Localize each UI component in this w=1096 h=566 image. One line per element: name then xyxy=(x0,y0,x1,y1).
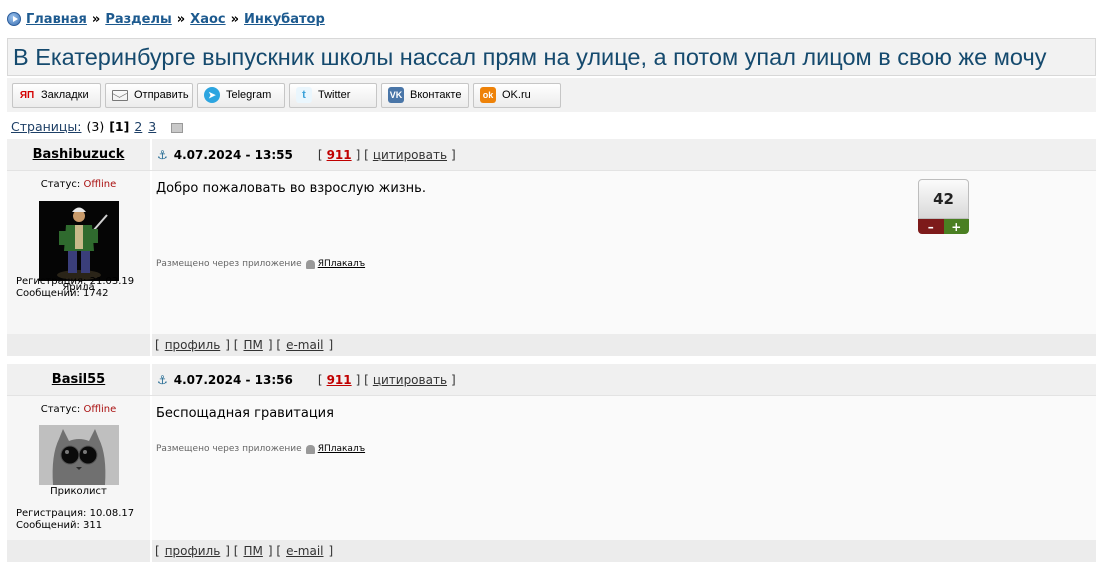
breadcrumb: Главная » Разделы » Хаос » Инкубатор xyxy=(7,11,325,27)
pm-link[interactable]: ПМ xyxy=(243,544,262,558)
post-date: 4.07.2024 - 13:55 xyxy=(173,147,293,162)
author-status: Статус: Offline xyxy=(7,404,150,415)
profile-link[interactable]: профиль xyxy=(165,338,221,352)
email-link[interactable]: e-mail xyxy=(286,338,323,352)
send-button[interactable]: Отправить xyxy=(105,82,193,108)
post-footer: [ профиль ] [ ПМ ] [ e-mail ] xyxy=(7,540,1096,562)
post-text: Добро пожаловать во взрослую жизнь. xyxy=(156,181,426,196)
rating-value: 42 xyxy=(918,179,969,219)
post-header: Bashibuzuck ⚓ 4.07.2024 - 13:55 [ 911 ] … xyxy=(7,139,1096,171)
post-content: Беспощадная гравитация Размещено через п… xyxy=(150,396,1096,540)
post-author[interactable]: Bashibuzuck xyxy=(7,139,150,170)
pages-label[interactable]: Страницы: xyxy=(11,119,82,134)
bookmarks-label: Закладки xyxy=(41,89,89,101)
telegram-label: Telegram xyxy=(226,89,272,101)
breadcrumb-sections[interactable]: Разделы xyxy=(105,12,171,27)
topic-title-bar: В Екатеринбурге выпускник школы нассал п… xyxy=(7,38,1096,76)
odnoklassniki-icon: ok xyxy=(480,87,496,103)
ok-button[interactable]: ok OK.ru xyxy=(473,82,561,108)
page-link-2[interactable]: 2 xyxy=(134,119,142,134)
pages-total: (3) xyxy=(86,118,105,134)
anchor-icon[interactable]: ⚓ xyxy=(157,373,168,387)
breadcrumb-chaos[interactable]: Хаос xyxy=(190,12,225,27)
anchor-icon[interactable]: ⚓ xyxy=(157,148,168,162)
email-link[interactable]: e-mail xyxy=(286,544,323,558)
post-footer: [ профиль ] [ ПМ ] [ e-mail ] xyxy=(7,334,1096,356)
author-rank: Приколист xyxy=(50,486,107,497)
quote-link[interactable]: цитировать xyxy=(373,148,447,162)
post-date: 4.07.2024 - 13:56 xyxy=(173,372,293,387)
post-meta: ⚓ 4.07.2024 - 13:56 [ 911 ] [ цитировать… xyxy=(150,364,1096,395)
subscribe-mail-icon[interactable] xyxy=(171,123,184,133)
author-sidebar: Статус: Offline Приколист Регистрация: 1… xyxy=(7,396,150,540)
author-sidebar: Статус: Offline Ярила Регистрация: 21.03… xyxy=(7,171,150,334)
twitter-label: Twitter xyxy=(318,89,351,101)
forum-post: Basil55 ⚓ 4.07.2024 - 13:56 [ 911 ] [ ци… xyxy=(7,364,1096,562)
registration-date: Регистрация: 10.08.17 xyxy=(16,508,135,519)
vk-label: Вконтакте xyxy=(410,89,462,101)
post-meta: ⚓ 4.07.2024 - 13:55 [ 911 ] [ цитировать… xyxy=(150,139,1096,170)
yaplakal-icon: ЯП xyxy=(19,89,35,101)
profile-link[interactable]: профиль xyxy=(165,544,221,558)
message-count: Сообщений: 311 xyxy=(16,520,103,531)
registration-date: Регистрация: 21.03.19 xyxy=(16,276,135,287)
post-content: Добро пожаловать во взрослую жизнь. Разм… xyxy=(150,171,1096,334)
forum-post: Bashibuzuck ⚓ 4.07.2024 - 13:55 [ 911 ] … xyxy=(7,139,1096,356)
mail-icon xyxy=(112,89,128,101)
app-link[interactable]: ЯПлакалъ xyxy=(318,444,365,454)
telegram-icon: ➤ xyxy=(204,87,220,103)
telegram-button[interactable]: ➤ Telegram xyxy=(197,82,285,108)
breadcrumb-separator: » xyxy=(230,11,240,27)
post-body: Статус: Offline Приколист Регистрация: 1… xyxy=(7,396,1096,540)
post-footer-links: [ профиль ] [ ПМ ] [ e-mail ] xyxy=(150,540,1096,562)
avatar[interactable] xyxy=(38,425,119,485)
post-number-link[interactable]: 911 xyxy=(327,373,352,387)
status-value: Offline xyxy=(83,179,117,190)
share-toolbar: ЯП Закладки Отправить ➤ Telegram t Twitt… xyxy=(7,78,1096,112)
twitter-icon: t xyxy=(296,87,312,103)
status-label: Статус: xyxy=(40,404,81,415)
status-label: Статус: xyxy=(40,179,81,190)
avatar[interactable] xyxy=(38,201,119,281)
android-icon xyxy=(305,259,315,269)
app-link[interactable]: ЯПлакалъ xyxy=(318,259,365,269)
breadcrumb-incubator[interactable]: Инкубатор xyxy=(244,12,325,27)
twitter-button[interactable]: t Twitter xyxy=(289,82,377,108)
post-header: Basil55 ⚓ 4.07.2024 - 13:56 [ 911 ] [ ци… xyxy=(7,364,1096,396)
posted-via-label: Размещено через приложение xyxy=(156,444,302,454)
post-text: Беспощадная гравитация xyxy=(156,406,334,421)
quote-link[interactable]: цитировать xyxy=(373,373,447,387)
bookmarks-button[interactable]: ЯП Закладки xyxy=(12,82,101,108)
breadcrumb-separator: » xyxy=(176,11,186,27)
pagination: Страницы: (3) [1] 2 3 xyxy=(11,118,184,134)
send-label: Отправить xyxy=(134,89,189,101)
posted-via: Размещено через приложение ЯПлакалъ xyxy=(156,259,365,269)
rating-plus-button[interactable]: + xyxy=(943,219,969,234)
author-stats: Регистрация: 10.08.17 Сообщений: 311 xyxy=(7,508,134,532)
post-footer-links: [ профиль ] [ ПМ ] [ e-mail ] xyxy=(150,334,1096,356)
post-number-link[interactable]: 911 xyxy=(327,148,352,162)
breadcrumb-home[interactable]: Главная xyxy=(26,12,87,27)
breadcrumb-separator: » xyxy=(91,11,101,27)
message-count: Сообщений: 1742 xyxy=(16,288,109,299)
vk-button[interactable]: VK Вконтакте xyxy=(381,82,469,108)
post-author[interactable]: Basil55 xyxy=(7,364,150,395)
author-status: Статус: Offline xyxy=(7,179,150,190)
status-value: Offline xyxy=(83,404,117,415)
play-circle-icon xyxy=(7,12,21,26)
author-stats: Регистрация: 21.03.19 Сообщений: 1742 xyxy=(7,276,134,300)
vk-icon: VK xyxy=(388,87,404,103)
topic-title: В Екатеринбурге выпускник школы нассал п… xyxy=(13,43,1047,70)
page-link-3[interactable]: 3 xyxy=(148,119,156,134)
posted-via-label: Размещено через приложение xyxy=(156,259,302,269)
android-icon xyxy=(305,444,315,454)
ok-label: OK.ru xyxy=(502,89,531,101)
post-rating: 42 – + xyxy=(918,179,969,234)
rating-minus-button[interactable]: – xyxy=(918,219,944,234)
post-body: Статус: Offline Ярила Регистрация: 21.03… xyxy=(7,171,1096,334)
current-page: [1] xyxy=(109,118,130,134)
posted-via: Размещено через приложение ЯПлакалъ xyxy=(156,444,365,454)
pm-link[interactable]: ПМ xyxy=(243,338,262,352)
